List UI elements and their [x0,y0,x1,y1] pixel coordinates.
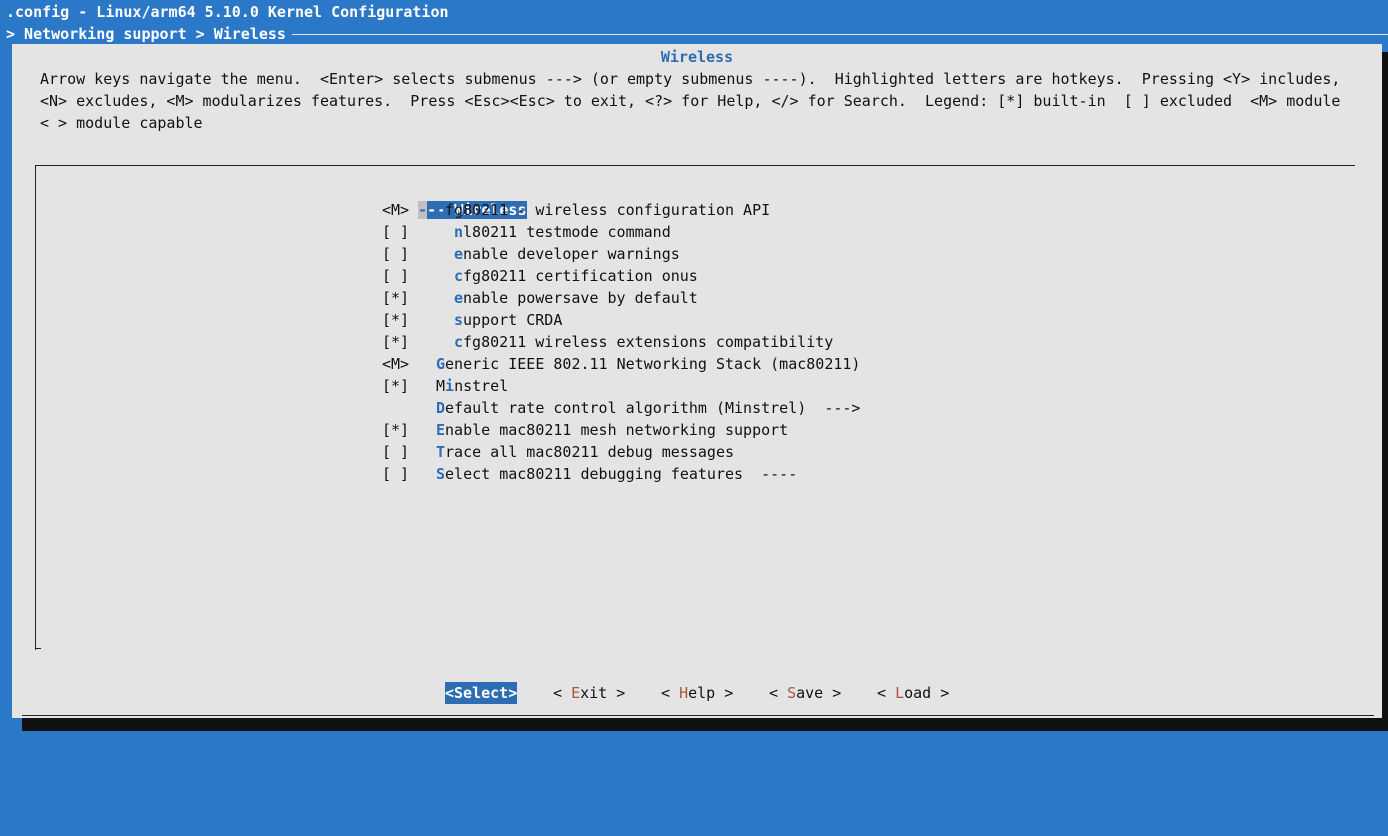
menu-item-state: [*] [382,289,410,307]
menu-item-label: race all mac80211 debug messages [445,443,735,461]
menu-item-state: [ ] [382,267,410,285]
menu-item[interactable]: [ ] nl80211 testmode command [382,221,671,243]
dialog-shadow-right [1382,52,1388,731]
menu-item-label: elect mac80211 debugging features ---- [445,465,798,483]
menu-item[interactable]: [*] enable powersave by default [382,287,698,309]
btn-hotkey: E [571,684,581,702]
menu-item[interactable]: <M> cfg80211 - wireless configuration API [382,199,770,221]
menu-item[interactable]: [ ] enable developer warnings [382,243,680,265]
menu-item-hotkey: i [445,377,455,395]
help-text-line-1: Arrow keys navigate the menu. <Enter> se… [40,70,1341,88]
menu-item-label: fg80211 wireless extensions compatibilit… [463,333,834,351]
menu-item-wireless-header[interactable]: --- Wireless [382,177,527,219]
menu-item-state: <M> [382,201,410,219]
menu-item-hotkey: n [454,223,464,241]
menu-item-hotkey: s [454,311,464,329]
menu-item-label: nable powersave by default [463,289,698,307]
btn-hotkey: S [787,684,797,702]
menu-item-state: [ ] [382,443,410,461]
menu-item[interactable]: [ ] Select mac80211 debugging features --… [382,463,797,485]
menu-item-hotkey: T [436,443,446,461]
menu-item[interactable]: [*] support CRDA [382,309,562,331]
dialog-shadow-bottom [22,718,1388,731]
help-text-line-2: <N> excludes, <M> modularizes features. … [40,92,1341,110]
menu-item-hotkey: c [454,333,464,351]
menu-item-label: nable mac80211 mesh networking support [445,421,789,439]
menu-item-hotkey: c [454,267,464,285]
btn-label: xit [580,684,608,702]
button-bar: <Select> < Exit > < Help > < Save > < Lo… [12,682,1382,704]
menu-item-state: [*] [382,377,410,395]
breadcrumb: > Networking support > Wireless [6,25,286,43]
btn-label: elp [688,684,716,702]
menu-item-label-prefix: M [436,377,446,395]
menu-item-label: nstrel [454,377,509,395]
menu-item-label: eneric IEEE 802.11 Networking Stack (mac… [445,355,861,373]
menu-item-state: [ ] [382,465,410,483]
menu-box-corner [35,648,41,649]
btn-label: ave [796,684,824,702]
btn-label: oad [904,684,932,702]
menu-item-state: [*] [382,311,410,329]
btn-hotkey: L [895,684,905,702]
menu-item-label: nable developer warnings [463,245,680,263]
btn-close: > [607,684,626,702]
menu-item[interactable]: [*] Minstrel [382,375,508,397]
help-text-line-3: < > module capable [40,114,203,132]
menu-item-state: <M> [382,355,410,373]
dialog-title: Wireless [660,48,734,66]
menu-item-state: [ ] [382,245,410,263]
load-button[interactable]: < Load > [877,682,949,704]
window-title: .config - Linux/arm64 5.10.0 Kernel Conf… [6,3,449,21]
menu-item-label: l80211 testmode command [463,223,671,241]
menu-item-state: [*] [382,421,410,439]
menu-item-hotkey: D [436,399,446,417]
menu-item-hotkey: e [454,289,464,307]
menu-item-state: [*] [382,333,410,351]
btn-close: > [931,684,950,702]
menu-item[interactable]: [ ] Trace all mac80211 debug messages [382,441,734,463]
btn-open: < [877,684,896,702]
menu-item-label: fg80211 certification onus [463,267,698,285]
btn-close: > [823,684,842,702]
menu-item[interactable]: [*] cfg80211 wireless extensions compatib… [382,331,833,353]
menu-item-label: efault rate control algorithm (Minstrel)… [445,399,861,417]
btn-open: < [553,684,572,702]
menu-item[interactable]: <M> Generic IEEE 802.11 Networking Stack … [382,353,860,375]
menu-item-state: [ ] [382,223,410,241]
menu-item-label: fg80211 - wireless configuration API [445,201,771,219]
menu-item-hotkey: S [436,465,446,483]
save-button[interactable]: < Save > [769,682,841,704]
btn-hotkey: H [679,684,689,702]
help-button[interactable]: < Help > [661,682,733,704]
select-button[interactable]: <Select> [445,682,518,704]
menu-item[interactable]: [*] Enable mac80211 mesh networking suppo… [382,419,788,441]
menu-item-hotkey: E [436,421,446,439]
menu-item[interactable]: [ ] cfg80211 certification onus [382,265,698,287]
btn-open: < [769,684,788,702]
exit-button[interactable]: < Exit > [553,682,625,704]
menu-item-hotkey: e [454,245,464,263]
button-bar-rule [22,715,1374,716]
btn-close: > [715,684,734,702]
menu-item-label: upport CRDA [463,311,563,329]
menuconfig-dialog: Wireless Arrow keys navigate the menu. <… [12,44,1382,718]
menu-item-hotkey: G [436,355,446,373]
breadcrumb-rule [292,34,1388,35]
menu-item-hotkey: c [436,201,446,219]
btn-open: < [661,684,680,702]
menu-item[interactable]: Default rate control algorithm (Minstrel… [382,397,860,419]
